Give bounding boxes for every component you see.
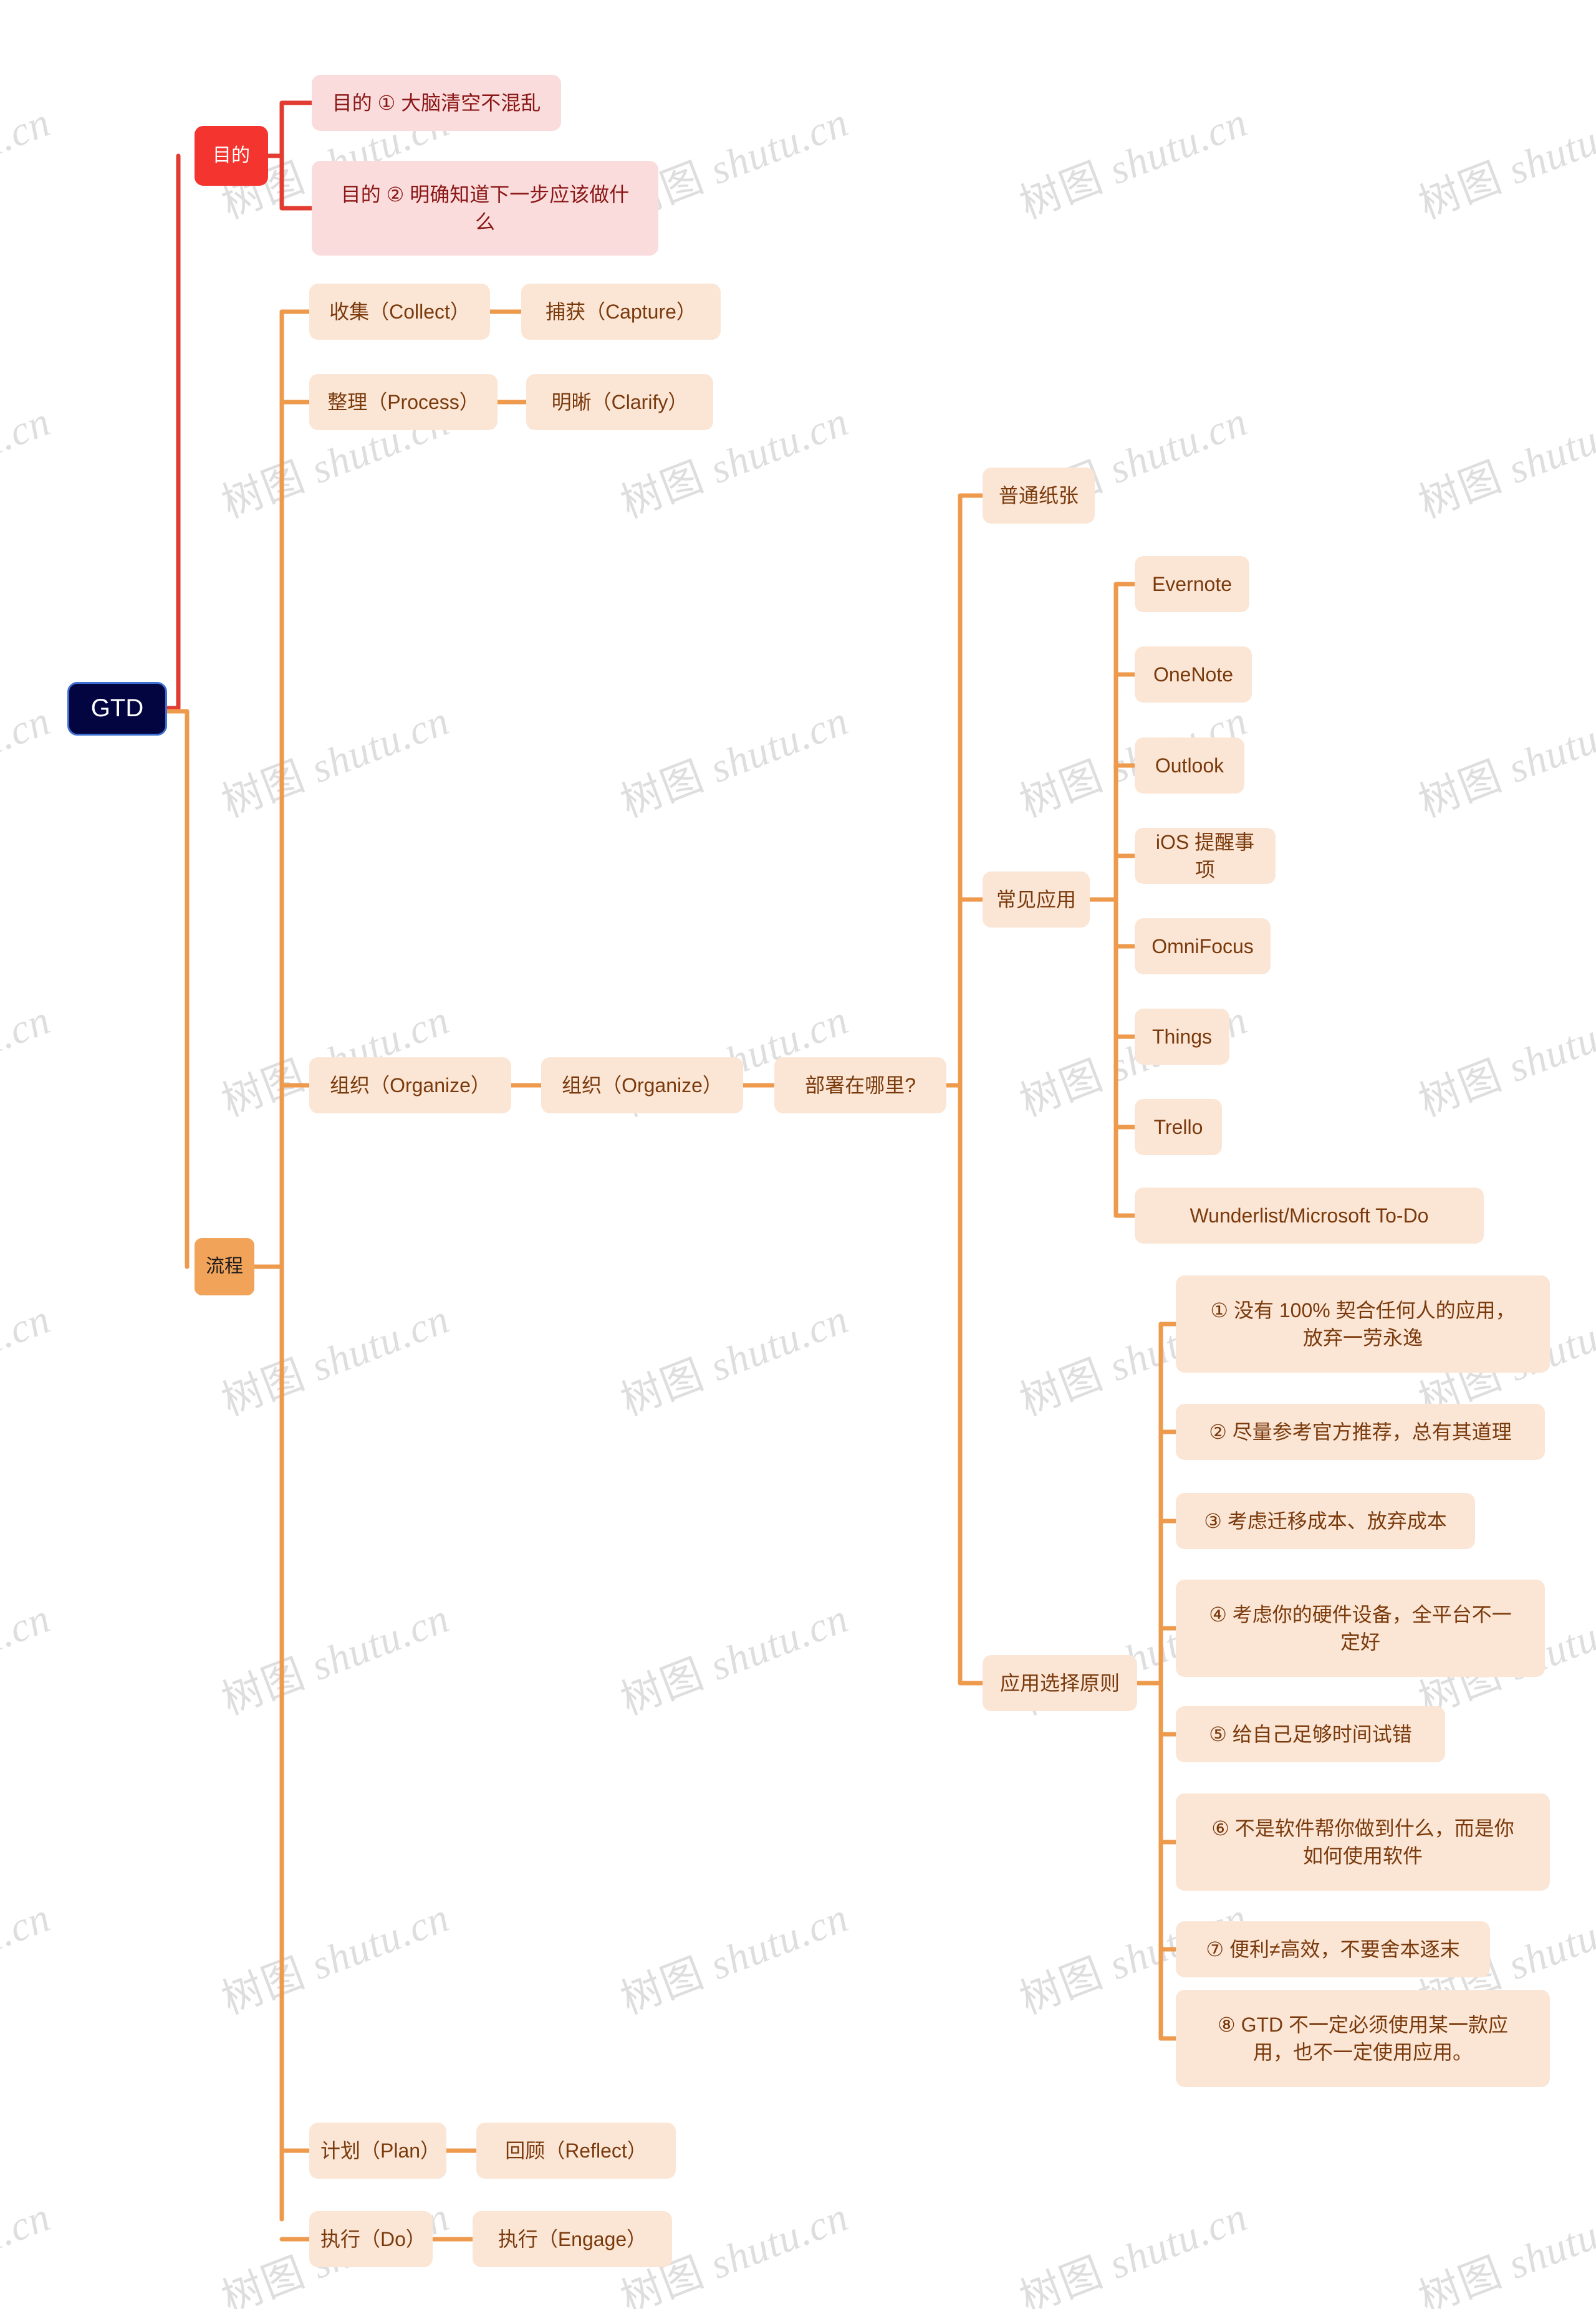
node-collect[interactable]: 收集（Collect） xyxy=(309,284,490,340)
node-reflect-label: 回顾（Reflect） xyxy=(505,2139,647,2162)
node-plan-label: 计划（Plan） xyxy=(320,2139,441,2162)
node-organize-1-label: 组织（Organize） xyxy=(330,1073,491,1097)
branch-node-purpose-label: 目的 xyxy=(213,145,250,166)
node-common-apps-label: 常见应用 xyxy=(996,888,1076,911)
node-principle-4[interactable]: ④ 考虑你的硬件设备，全平台不一 定好 xyxy=(1176,1580,1545,1677)
branch-node-process[interactable]: 流程 xyxy=(195,1238,254,1295)
node-principle-1-label: ① 没有 100% 契合任何人的应用， 放弃一劳永逸 xyxy=(1210,1299,1516,1349)
node-capture[interactable]: 捕获（Capture） xyxy=(521,284,721,340)
node-engage-label: 执行（Engage） xyxy=(498,2227,647,2250)
node-app-things-label: Things xyxy=(1151,1025,1213,1048)
node-reflect[interactable]: 回顾（Reflect） xyxy=(476,2123,676,2179)
node-plain-paper-label: 普通纸张 xyxy=(998,484,1079,507)
node-principle-6-label: ⑥ 不是软件帮你做到什么，而是你 如何使用软件 xyxy=(1211,1817,1514,1867)
node-app-wunderlist-todo[interactable]: Wunderlist/Microsoft To-Do xyxy=(1135,1188,1484,1244)
node-app-outlook-label: Outlook xyxy=(1155,754,1224,777)
node-app-ios-reminders-label: iOS 提醒事项 xyxy=(1155,830,1255,881)
mindmap-canvas: 树图 shutu.cn树图 shutu.cn树图 shutu.cn树图 shut… xyxy=(0,0,1596,2309)
node-app-ios-reminders[interactable]: iOS 提醒事项 xyxy=(1135,828,1276,884)
node-purpose-2[interactable]: 目的 ② 明确知道下一步应该做什 么 xyxy=(312,161,658,256)
node-app-onenote-label: OneNote xyxy=(1153,663,1234,686)
node-collect-label: 收集（Collect） xyxy=(329,300,470,323)
node-app-evernote[interactable]: Evernote xyxy=(1135,556,1249,612)
branch-node-purpose[interactable]: 目的 xyxy=(195,126,268,186)
node-app-trello-label: Trello xyxy=(1153,1115,1203,1138)
node-principle-4-label: ④ 考虑你的硬件设备，全平台不一 定好 xyxy=(1209,1603,1512,1653)
node-app-selection-principles-label: 应用选择原则 xyxy=(999,1671,1120,1694)
node-purpose-2-label: 目的 ② 明确知道下一步应该做什 么 xyxy=(340,183,630,233)
node-organize-2[interactable]: 组织（Organize） xyxy=(541,1057,743,1113)
node-principle-2-label: ② 尽量参考官方推荐，总有其道理 xyxy=(1209,1420,1512,1443)
node-app-omnifocus[interactable]: OmniFocus xyxy=(1135,918,1271,974)
node-app-things[interactable]: Things xyxy=(1135,1009,1229,1065)
node-purpose-1[interactable]: 目的 ① 大脑清空不混乱 xyxy=(312,75,561,131)
node-app-evernote-label: Evernote xyxy=(1151,572,1233,595)
node-app-omnifocus-label: OmniFocus xyxy=(1151,934,1254,958)
node-plain-paper[interactable]: 普通纸张 xyxy=(983,468,1095,524)
root-node-label: GTD xyxy=(90,694,144,722)
node-app-wunderlist-todo-label: Wunderlist/Microsoft To-Do xyxy=(1190,1204,1429,1227)
node-common-apps[interactable]: 常见应用 xyxy=(983,871,1090,928)
node-app-outlook[interactable]: Outlook xyxy=(1135,737,1244,794)
node-principle-1[interactable]: ① 没有 100% 契合任何人的应用， 放弃一劳永逸 xyxy=(1176,1275,1550,1373)
node-principle-7-label: ⑦ 便利≠高效，不要舍本逐末 xyxy=(1206,1937,1460,1961)
node-principle-5[interactable]: ⑤ 给自己足够时间试错 xyxy=(1176,1706,1445,1762)
node-organize-2-label: 组织（Organize） xyxy=(562,1073,723,1097)
node-purpose-1-label: 目的 ① 大脑清空不混乱 xyxy=(332,91,541,114)
node-principle-8[interactable]: ⑧ GTD 不一定必须使用某一款应 用，也不一定使用应用。 xyxy=(1176,1990,1550,2087)
node-do[interactable]: 执行（Do） xyxy=(309,2211,433,2267)
node-app-onenote[interactable]: OneNote xyxy=(1135,646,1252,703)
node-clarify[interactable]: 明晰（Clarify） xyxy=(526,374,713,430)
node-engage[interactable]: 执行（Engage） xyxy=(473,2211,672,2267)
node-capture-label: 捕获（Capture） xyxy=(546,300,696,323)
node-clarify-label: 明晰（Clarify） xyxy=(551,390,688,413)
node-principle-5-label: ⑤ 给自己足够时间试错 xyxy=(1209,1722,1412,1745)
node-process-step-label: 整理（Process） xyxy=(327,390,479,413)
node-deploy-where[interactable]: 部署在哪里? xyxy=(774,1057,946,1113)
node-app-trello[interactable]: Trello xyxy=(1135,1099,1222,1155)
node-organize-1[interactable]: 组织（Organize） xyxy=(309,1057,511,1113)
node-principle-7[interactable]: ⑦ 便利≠高效，不要舍本逐末 xyxy=(1176,1921,1490,1977)
root-node-gtd[interactable]: GTD xyxy=(67,682,167,736)
node-do-label: 执行（Do） xyxy=(320,2227,426,2250)
node-principle-2[interactable]: ② 尽量参考官方推荐，总有其道理 xyxy=(1176,1404,1545,1460)
node-process-step[interactable]: 整理（Process） xyxy=(309,374,498,430)
node-deploy-where-label: 部署在哪里? xyxy=(805,1073,916,1097)
node-principle-6[interactable]: ⑥ 不是软件帮你做到什么，而是你 如何使用软件 xyxy=(1176,1793,1550,1891)
node-app-selection-principles[interactable]: 应用选择原则 xyxy=(983,1655,1137,1711)
node-principle-8-label: ⑧ GTD 不一定必须使用某一款应 用，也不一定使用应用。 xyxy=(1217,2013,1509,2063)
node-plan[interactable]: 计划（Plan） xyxy=(309,2123,446,2179)
node-principle-3-label: ③ 考虑迁移成本、放弃成本 xyxy=(1204,1509,1447,1532)
node-principle-3[interactable]: ③ 考虑迁移成本、放弃成本 xyxy=(1176,1493,1475,1549)
branch-node-process-label: 流程 xyxy=(206,1256,243,1277)
